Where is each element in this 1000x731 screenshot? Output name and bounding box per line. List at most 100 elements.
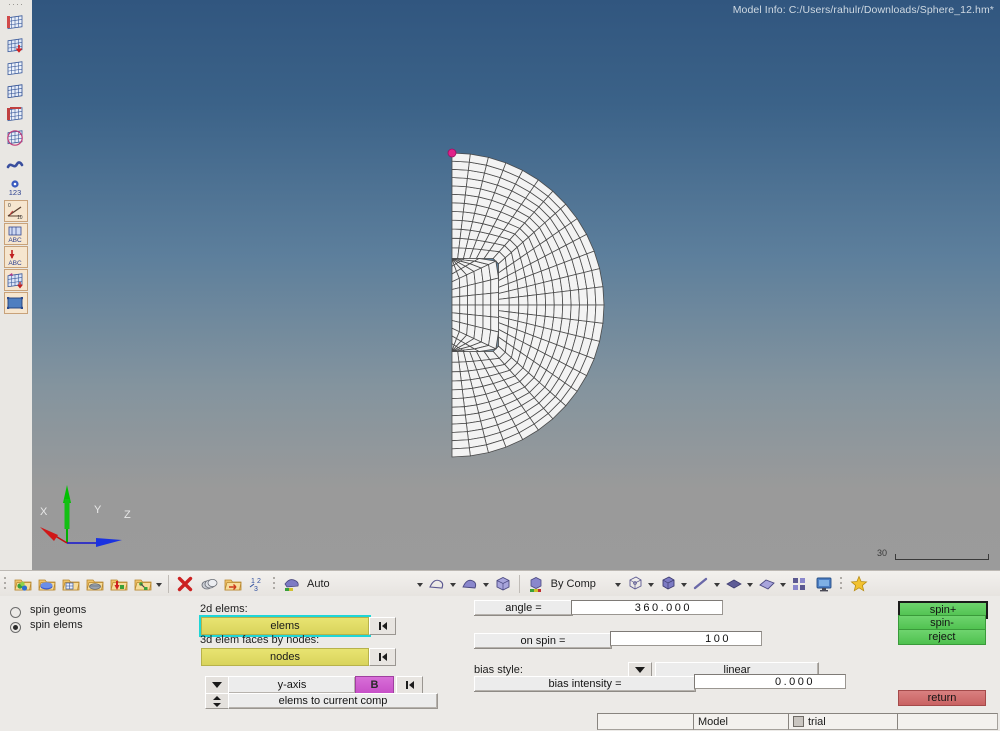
display-monitor-icon[interactable] [812, 572, 836, 596]
dimension-icon[interactable]: ABC [4, 246, 28, 268]
on-spin-label: on spin = [520, 635, 566, 647]
shaded-cube-dropdown-arrow[interactable] [680, 573, 689, 595]
bias-intensity-label-button[interactable]: bias intensity = [474, 676, 696, 692]
reset-nodes-button[interactable] [369, 648, 396, 666]
trial-checkbox-icon[interactable] [793, 716, 804, 727]
axis-value-button[interactable]: y-axis [228, 676, 356, 694]
reject-label: reject [928, 631, 956, 643]
status-cell-3[interactable] [897, 713, 998, 730]
part-browser-icon[interactable] [4, 80, 28, 102]
status-cell-0[interactable] [597, 713, 696, 730]
mesh-layout-icon[interactable] [788, 572, 812, 596]
svg-text:10: 10 [17, 215, 23, 220]
plate-elem-dropdown-arrow[interactable] [779, 573, 788, 595]
selector-2d-elems-caption: 2d elems: [200, 603, 248, 615]
destination-value: elems to current comp [278, 695, 388, 707]
status-cell-trial-label: trial [808, 715, 826, 728]
shaded-dropdown-arrow[interactable] [482, 573, 491, 595]
status-cell-trial[interactable]: trial [788, 713, 898, 730]
angle-label-button[interactable]: angle = [474, 600, 573, 616]
entity-state-browser-icon[interactable] [4, 103, 28, 125]
bias-intensity-input[interactable]: 0.000 [694, 674, 846, 689]
toolbar-drag-grip[interactable] [838, 575, 845, 593]
renumber-icon[interactable]: 123 [245, 572, 269, 596]
spin-minus-label: spin- [930, 617, 954, 629]
line-element-icon[interactable] [689, 572, 713, 596]
measure-icon[interactable]: 0 10 [4, 200, 28, 222]
reset-2d-elems-button[interactable] [369, 617, 396, 635]
axis-base-label: B [370, 679, 379, 691]
reflect-icon[interactable] [221, 572, 245, 596]
toolbar-grip[interactable]: ···· [0, 0, 32, 10]
import-solver-deck-icon[interactable] [4, 34, 28, 56]
shaded-geometry-icon[interactable] [458, 572, 482, 596]
status-cell-model[interactable]: Model [693, 713, 789, 730]
connector-dropdown-arrow[interactable] [155, 573, 164, 595]
node-edit-icon[interactable] [4, 269, 28, 291]
svg-text:0: 0 [8, 203, 11, 209]
solver-browser-icon[interactable] [4, 57, 28, 79]
shell-element-icon[interactable] [722, 572, 746, 596]
axis-value: y-axis [277, 679, 307, 691]
radio-spin-geoms[interactable] [10, 607, 21, 618]
surfaces-icon[interactable] [35, 572, 59, 596]
auto-dropdown-arrow[interactable] [416, 573, 425, 595]
graphics-viewport[interactable]: Model Info: C:/Users/rahulr/Downloads/Sp… [32, 0, 1000, 570]
scale-bar: 30 [877, 546, 992, 562]
svg-text:ABC: ABC [8, 237, 22, 243]
return-label: return [927, 692, 957, 704]
auto-display-label: Auto [307, 578, 330, 590]
on-spin-label-button[interactable]: on spin = [474, 633, 612, 649]
status-cell-model-label: Model [698, 715, 728, 728]
svg-text:2: 2 [257, 578, 261, 585]
auto-display-icon[interactable] [280, 572, 304, 596]
geometry-icon[interactable] [11, 572, 35, 596]
angle-label: angle = [505, 602, 542, 614]
mesh-icon[interactable] [83, 572, 107, 596]
reject-button[interactable]: reject [898, 629, 986, 645]
radio-spin-elems-label: spin elems [30, 619, 83, 631]
angle-input[interactable]: 360.000 [571, 600, 723, 615]
wireframe-cube-icon[interactable] [623, 572, 647, 596]
by-comp-color-icon[interactable] [524, 572, 548, 596]
solid-map-icon[interactable] [59, 572, 83, 596]
angle-value: 360.000 [634, 601, 692, 614]
mask-browser-icon[interactable] [4, 126, 28, 148]
wireframe-geometry-icon[interactable] [425, 572, 449, 596]
scale-value: 30 [877, 548, 888, 558]
organize-icon[interactable] [197, 572, 221, 596]
destination-stepper-button[interactable] [205, 693, 229, 709]
toolbar-drag-grip[interactable] [271, 575, 278, 593]
axis-base-button[interactable]: B [355, 676, 394, 694]
shell-elem-dropdown-arrow[interactable] [746, 573, 755, 595]
selected-node-marker [447, 148, 457, 158]
reset-axis-button[interactable] [396, 676, 423, 694]
radio-spin-elems[interactable] [10, 622, 21, 633]
count-123-icon[interactable]: 123 [4, 177, 28, 199]
axis-dropdown-button[interactable] [205, 676, 229, 694]
node-create-icon[interactable] [107, 572, 131, 596]
wire-cube-dropdown-arrow[interactable] [647, 573, 656, 595]
toolbar-drag-grip[interactable] [2, 575, 9, 593]
line-elem-dropdown-arrow[interactable] [713, 573, 722, 595]
bias-style-caption: bias style: [474, 664, 523, 676]
shaded-solid-icon[interactable] [491, 572, 515, 596]
on-spin-input[interactable]: 100 [610, 631, 762, 646]
shaded-cube-icon[interactable] [656, 572, 680, 596]
selector-2d-elems[interactable]: elems [199, 615, 371, 637]
text-annotation-icon[interactable]: ABC [4, 223, 28, 245]
selector-3d-faces-nodes[interactable]: nodes [201, 648, 369, 666]
by-comp-dropdown-arrow[interactable] [614, 573, 623, 595]
info-icon[interactable] [4, 154, 28, 176]
svg-text:ABC: ABC [8, 260, 22, 266]
image-capture-icon[interactable] [4, 292, 28, 314]
delete-icon[interactable] [173, 572, 197, 596]
star-favorite-icon[interactable] [847, 572, 871, 596]
wireframe-dropdown-arrow[interactable] [449, 573, 458, 595]
destination-value-button[interactable]: elems to current comp [228, 693, 438, 709]
plate-element-icon[interactable] [755, 572, 779, 596]
connector-icon[interactable] [131, 572, 155, 596]
axis-triad: Y Z X [40, 485, 131, 547]
return-button[interactable]: return [898, 690, 986, 706]
model-browser-icon[interactable] [4, 11, 28, 33]
